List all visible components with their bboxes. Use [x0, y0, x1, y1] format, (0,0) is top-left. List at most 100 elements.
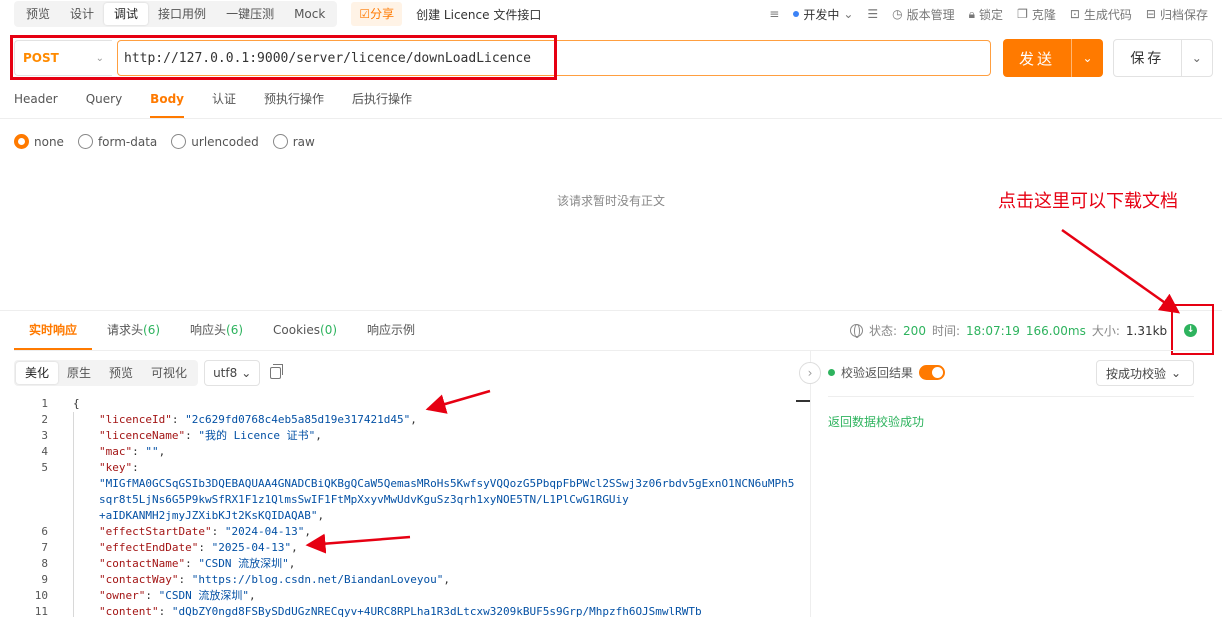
chevron-down-icon[interactable]: ⌄: [1180, 39, 1212, 77]
tab-preview[interactable]: 预览: [16, 3, 60, 25]
environment-select[interactable]: 开发中 ⌄: [793, 6, 853, 23]
radio-unchecked-icon: [272, 134, 288, 149]
code-line: 10 "owner": "CSDN 流放深圳",: [14, 588, 810, 604]
code-line: 4 "mac": "",: [14, 444, 810, 460]
clone-button[interactable]: ❐ 克隆: [1017, 6, 1056, 23]
share-button[interactable]: ☑分享: [351, 2, 403, 26]
gen-code-button[interactable]: ⊡ 生成代码: [1070, 6, 1132, 23]
line-number: 4: [41, 445, 48, 458]
radio-unchecked-icon: [171, 134, 187, 149]
chevron-right-icon[interactable]: ›: [799, 362, 821, 384]
code-line: 2 "licenceId": "2c629fd0768c4eb5a85d19e31…: [14, 412, 810, 428]
tab-cookies[interactable]: Cookies(0): [258, 322, 352, 350]
line-number: 2: [41, 413, 48, 426]
json-key: "key": [99, 461, 133, 474]
arrow-to-download: [1061, 228, 1181, 314]
json-key: "licenceName": [99, 429, 186, 442]
radio-raw[interactable]: raw: [272, 134, 315, 149]
format-button[interactable]: ≡: [769, 7, 779, 21]
top-right-toolbar: ≡ 开发中 ⌄ ☰ ◷ 版本管理 🔒︎ 锁定 ❐ 克隆 ⊡ 生成代码 ⊟ 归档保存: [769, 0, 1208, 28]
code-text: "licenceId": "2c629fd0768c4eb5a85d19e317…: [99, 413, 417, 426]
tab-pre-script[interactable]: 预执行操作: [264, 90, 324, 118]
json-punct: {: [73, 397, 80, 410]
code-line: 11 "content": "dQbZY0ngd8FSBySDdUGzNRECqy…: [14, 604, 810, 617]
archive-button[interactable]: ⊟ 归档保存: [1146, 6, 1208, 23]
body-type-group: none form-data urlencoded raw: [14, 134, 315, 149]
radio-none[interactable]: none: [14, 134, 64, 149]
chevron-down-icon[interactable]: ⌄: [1071, 39, 1103, 77]
tab-design[interactable]: 设计: [60, 3, 104, 25]
tab-live-response[interactable]: 实时响应: [14, 322, 93, 350]
annotation-box-download: [1171, 304, 1214, 355]
annotation-box-url: [10, 35, 557, 80]
lock-button[interactable]: 🔒︎ 锁定: [969, 6, 1003, 23]
tab-header[interactable]: Header: [14, 90, 58, 118]
top-tab-group: 预览 设计 调试 接口用例 一键压测 Mock: [14, 1, 338, 27]
tab-request-headers[interactable]: 请求头(6): [92, 322, 175, 350]
list-button[interactable]: ☰: [867, 7, 878, 21]
code-line: 5 "key":: [14, 460, 810, 476]
encoding-select[interactable]: utf8 ⌄: [204, 360, 261, 386]
code-line: 9 "contactWay": "https://blog.csdn.net/Bi…: [14, 572, 810, 588]
save-label: 保存: [1130, 51, 1165, 67]
tab-mock[interactable]: Mock: [284, 3, 335, 25]
tab-body[interactable]: Body: [150, 90, 184, 118]
line-number: 5: [41, 461, 48, 474]
tab-response-examples[interactable]: 响应示例: [352, 322, 430, 350]
scrollbar[interactable]: [796, 400, 810, 410]
json-value: "2024-04-13": [224, 525, 305, 538]
radio-unchecked-icon: [77, 134, 93, 149]
code-line: 3 "licenceName": "我的 Licence 证书",: [14, 428, 810, 444]
json-punct: ,: [443, 573, 451, 586]
clock-icon: ◷: [892, 7, 903, 21]
radio-checked-icon: [14, 134, 29, 149]
json-value: "dQbZY0ngd8FSBySDdUGzNRECqyv+4URC8RPLha1…: [171, 605, 702, 617]
tab-post-script[interactable]: 后执行操作: [352, 90, 412, 118]
tab-query[interactable]: Query: [86, 90, 122, 118]
response-code-view[interactable]: 1{2 "licenceId": "2c629fd0768c4eb5a85d19e…: [14, 396, 810, 617]
radio-urlencoded[interactable]: urlencoded: [171, 134, 259, 149]
json-value: "https://blog.csdn.net/BiandanLoveyou": [191, 573, 444, 586]
tab-debug[interactable]: 调试: [104, 3, 149, 25]
code-text: +aIDKANMH2jmyJZXibKJt2KsKQIDAQAB",: [73, 508, 324, 524]
json-value: sqr8t5LjNs6G5P9kwSfRX1F1z1QlmsSwIF1FtMpX…: [99, 493, 629, 506]
copy-icon[interactable]: [270, 364, 284, 379]
json-value: "MIGfMA0GCSqGSIb3DQEBAQUAA4GNADCBiQKBgQC…: [99, 477, 795, 490]
code-line: "MIGfMA0GCSqGSIb3DQEBAQUAA4GNADCBiQKBgQC…: [14, 476, 810, 492]
mode-preview[interactable]: 预览: [100, 362, 142, 384]
tab-response-headers[interactable]: 响应头(6): [175, 322, 258, 350]
line-number: 8: [41, 557, 48, 570]
mode-pretty[interactable]: 美化: [16, 362, 59, 384]
tab-cases[interactable]: 接口用例: [148, 3, 216, 25]
tab-stress-test[interactable]: 一键压测: [216, 3, 284, 25]
divider: [14, 350, 1210, 351]
code-text: "MIGfMA0GCSqGSIb3DQEBAQUAA4GNADCBiQKBgQC…: [73, 476, 794, 492]
json-value: "": [145, 445, 159, 458]
json-value: "2c629fd0768c4eb5a85d19e317421d45": [185, 413, 411, 426]
save-button[interactable]: 保存 ⌄: [1113, 39, 1213, 77]
divider: [0, 310, 1222, 311]
mode-visualize[interactable]: 可视化: [142, 362, 196, 384]
radio-form-data[interactable]: form-data: [77, 134, 157, 149]
list-icon: ☰: [867, 7, 879, 21]
viewer-toolbar: 美化 原生 预览 可视化 utf8 ⌄: [14, 360, 810, 386]
line-number: 11: [34, 605, 48, 617]
json-punct: ,: [410, 413, 417, 426]
line-number: 6: [41, 525, 48, 538]
version-button[interactable]: ◷ 版本管理: [892, 6, 955, 23]
code-text: "key":: [99, 461, 139, 474]
send-button[interactable]: 发送 ⌄: [1003, 39, 1103, 77]
mode-raw[interactable]: 原生: [58, 362, 100, 384]
response-tabs: 实时响应 请求头(6) 响应头(6) Cookies(0) 响应示例: [14, 322, 430, 350]
json-key: "contactName": [99, 557, 186, 570]
json-key: "effectStartDate": [99, 525, 212, 538]
tab-auth[interactable]: 认证: [212, 90, 236, 118]
panel-divider[interactable]: [810, 351, 811, 617]
verify-toggle[interactable]: [919, 365, 946, 380]
code-text: "content": "dQbZY0ngd8FSBySDdUGzNRECqyv+…: [99, 605, 702, 617]
code-line: 7 "effectEndDate": "2025-04-13",: [14, 540, 810, 556]
verify-mode-select[interactable]: 按成功校验 ⌄: [1096, 360, 1194, 386]
request-tabs: Header Query Body 认证 预执行操作 后执行操作: [14, 90, 440, 118]
send-label: 发送: [1018, 49, 1055, 68]
code-text: {: [73, 396, 80, 412]
